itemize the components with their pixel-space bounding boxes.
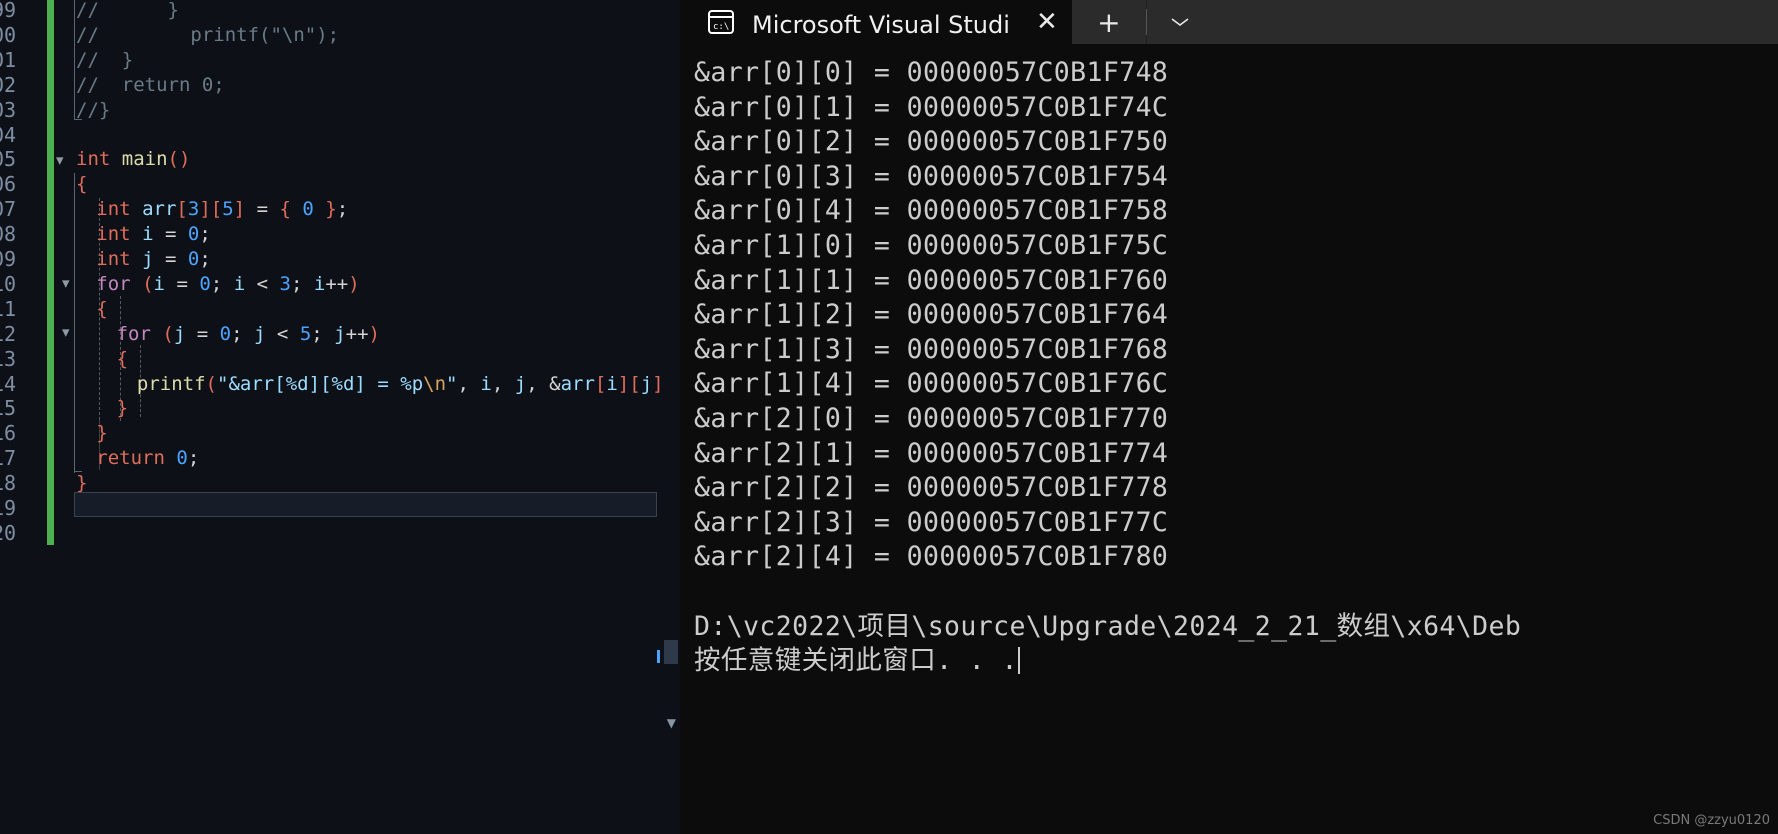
- terminal-tab-title: Microsoft Visual Studio 调试控: [752, 10, 1010, 39]
- terminal-path-line: D:\vc2022\项目\source\Upgrade\2024_2_21_数组…: [694, 610, 1522, 642]
- code-line[interactable]: int i = 0;: [96, 222, 211, 247]
- line-number: 08: [0, 222, 17, 247]
- line-number: 16: [0, 421, 17, 446]
- line-number: 04: [0, 122, 17, 147]
- terminal-tab-strip: c:\ Microsoft Visual Studio 调试控 ✕: [680, 0, 1072, 44]
- code-editor-pane[interactable]: 9900010203040506070809101112131415161718…: [0, 0, 680, 834]
- code-line[interactable]: for (j = 0; j < 5; j++): [117, 322, 380, 347]
- line-number: 03: [0, 97, 17, 122]
- line-number: 99: [0, 0, 17, 22]
- watermark-label: CSDN @zzyu0120: [1653, 813, 1770, 828]
- terminal-output-line: &arr[2][1] = 00000057C0B1F774: [694, 437, 1169, 469]
- svg-text:c:\: c:\: [713, 22, 729, 32]
- terminal-prompt-text: 按任意键关闭此窗口. . .: [694, 645, 1018, 677]
- terminal-output-line: &arr[1][3] = 00000057C0B1F768: [694, 333, 1169, 365]
- line-number: 15: [0, 396, 17, 421]
- terminal-cursor: [1017, 647, 1020, 675]
- current-line-highlight: [74, 492, 657, 517]
- terminal-output-line: &arr[2][0] = 00000057C0B1F770: [694, 402, 1169, 434]
- terminal-output-line: &arr[2][2] = 00000057C0B1F778: [694, 472, 1169, 504]
- code-line[interactable]: }: [96, 421, 107, 446]
- new-tab-button[interactable]: +: [1071, 0, 1146, 44]
- terminal-output-line: &arr[1][0] = 00000057C0B1F75C: [694, 229, 1169, 261]
- code-line[interactable]: // }: [76, 48, 133, 73]
- line-number: 13: [0, 346, 17, 371]
- code-line[interactable]: }: [117, 396, 128, 421]
- line-number: 17: [0, 446, 17, 471]
- terminal-output-line: &arr[1][1] = 00000057C0B1F760: [694, 264, 1169, 296]
- terminal-output-area[interactable]: &arr[0][0] = 00000057C0B1F748 &arr[0][1] …: [680, 44, 1778, 834]
- terminal-prompt-line: 按任意键关闭此窗口. . .: [694, 644, 1778, 679]
- line-number: 00: [0, 22, 17, 47]
- line-number: 12: [0, 321, 17, 346]
- line-number: 02: [0, 72, 17, 97]
- line-number: 20: [0, 520, 17, 545]
- terminal-output-line: &arr[0][1] = 00000057C0B1F74C: [694, 91, 1169, 123]
- line-number: 01: [0, 47, 17, 72]
- chevron-down-icon[interactable]: [1146, 0, 1213, 44]
- terminal-output-line: &arr[0][2] = 00000057C0B1F750: [694, 126, 1169, 158]
- code-line[interactable]: for (i = 0; i < 3; i++): [96, 272, 359, 297]
- terminal-output-line: &arr[2][4] = 00000057C0B1F780: [694, 541, 1169, 573]
- line-number: 10: [0, 271, 17, 296]
- terminal-output-line: &arr[0][3] = 00000057C0B1F754: [694, 160, 1169, 192]
- close-icon[interactable]: ✕: [1036, 9, 1058, 35]
- terminal-output-line: &arr[1][4] = 00000057C0B1F76C: [694, 368, 1169, 400]
- scroll-down-arrow-icon[interactable]: ▼: [667, 716, 676, 730]
- line-number: 07: [0, 197, 17, 222]
- code-line[interactable]: int arr[3][5] = { 0 };: [96, 197, 348, 222]
- code-line[interactable]: int j = 0;: [96, 247, 211, 272]
- code-line[interactable]: {: [76, 172, 87, 197]
- code-line[interactable]: {: [117, 347, 128, 372]
- code-line[interactable]: printf("&arr[%d][%d] = %p\n", i, j, &arr…: [137, 372, 660, 397]
- terminal-output-line: &arr[2][3] = 00000057C0B1F77C: [694, 506, 1169, 538]
- line-number: 18: [0, 471, 17, 496]
- line-number: 06: [0, 172, 17, 197]
- terminal-output-line: &arr[0][4] = 00000057C0B1F758: [694, 195, 1169, 227]
- line-number: 05: [0, 147, 17, 172]
- code-line[interactable]: return 0;: [96, 446, 199, 471]
- line-number: 09: [0, 247, 17, 271]
- code-line[interactable]: // printf("\n");: [76, 23, 339, 48]
- terminal-titlebar[interactable]: c:\ Microsoft Visual Studio 调试控 ✕ +: [680, 0, 1778, 44]
- line-number: 11: [0, 296, 17, 321]
- code-line[interactable]: {: [96, 297, 107, 322]
- code-line[interactable]: // }: [76, 0, 179, 23]
- line-number: 14: [0, 371, 17, 396]
- editor-scrollbar-thumb[interactable]: [664, 640, 678, 664]
- titlebar-empty-area: [1212, 0, 1778, 44]
- terminal-tab-active[interactable]: c:\ Microsoft Visual Studio 调试控 ✕: [680, 0, 1072, 44]
- terminal-window[interactable]: c:\ Microsoft Visual Studio 调试控 ✕ + &arr…: [680, 0, 1778, 834]
- terminal-output-lines: &arr[0][0] = 00000057C0B1F748 &arr[0][1] …: [694, 56, 1778, 575]
- code-text-area[interactable]: // }// printf("\n");// }// return 0;//} i…: [56, 0, 660, 834]
- code-line[interactable]: int main(): [76, 147, 190, 172]
- console-cmd-icon: c:\: [706, 7, 736, 37]
- line-number: 19: [0, 496, 17, 520]
- editor-vertical-scrollbar[interactable]: ▼: [660, 0, 680, 834]
- terminal-output-line: &arr[0][0] = 00000057C0B1F748: [694, 57, 1169, 88]
- code-line[interactable]: // return 0;: [76, 73, 225, 98]
- change-indicator-bar: [47, 0, 54, 545]
- code-line[interactable]: //}: [76, 98, 110, 123]
- terminal-output-line: &arr[1][2] = 00000057C0B1F764: [694, 299, 1169, 331]
